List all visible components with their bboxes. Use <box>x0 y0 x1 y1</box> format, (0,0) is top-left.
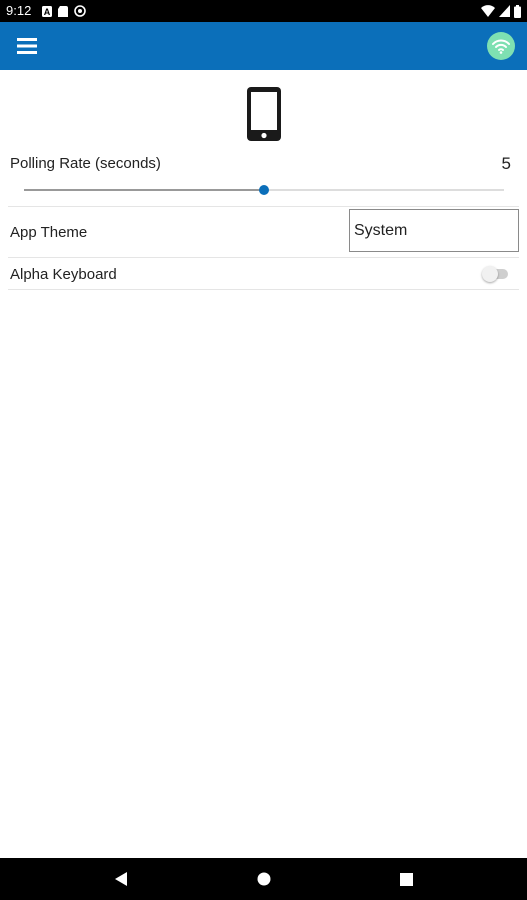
hamburger-menu-icon <box>17 38 37 54</box>
menu-button[interactable] <box>12 32 42 60</box>
polling-rate-value: 5 <box>501 154 511 173</box>
app-theme-label: App Theme <box>10 224 88 241</box>
smartphone-icon <box>247 87 281 141</box>
recents-button[interactable] <box>396 869 416 889</box>
recents-icon <box>399 872 413 886</box>
status-left-icons: A <box>42 4 86 18</box>
polling-rate-slider[interactable] <box>24 181 504 199</box>
wifi-connected-icon <box>492 39 510 54</box>
polling-rate-label: Polling Rate (seconds) <box>10 155 161 172</box>
battery-icon <box>514 4 521 18</box>
slider-thumb[interactable] <box>259 185 269 195</box>
home-icon <box>257 872 271 886</box>
divider <box>8 257 519 258</box>
alpha-keyboard-toggle[interactable] <box>482 266 508 282</box>
back-icon <box>115 872 127 886</box>
status-right-icons <box>481 4 521 18</box>
notification-a-icon: A <box>42 5 52 17</box>
status-time: 9:12 <box>6 3 32 18</box>
app-theme-select[interactable]: System <box>349 209 519 252</box>
home-button[interactable] <box>254 869 274 889</box>
wifi-signal-icon <box>481 5 495 17</box>
system-nav-bar <box>0 858 527 900</box>
back-button[interactable] <box>111 869 131 889</box>
toggle-knob <box>482 266 498 282</box>
connection-status-button[interactable] <box>487 32 515 60</box>
sim-card-icon <box>58 5 68 17</box>
divider <box>8 206 519 207</box>
vpn-icon <box>74 5 86 17</box>
svg-text:A: A <box>44 7 51 17</box>
cell-signal-icon <box>499 5 510 17</box>
status-bar: 9:12 A <box>0 0 527 22</box>
app-bar <box>0 22 527 70</box>
alpha-keyboard-label: Alpha Keyboard <box>10 266 117 283</box>
divider <box>8 289 519 290</box>
slider-fill <box>24 189 264 191</box>
